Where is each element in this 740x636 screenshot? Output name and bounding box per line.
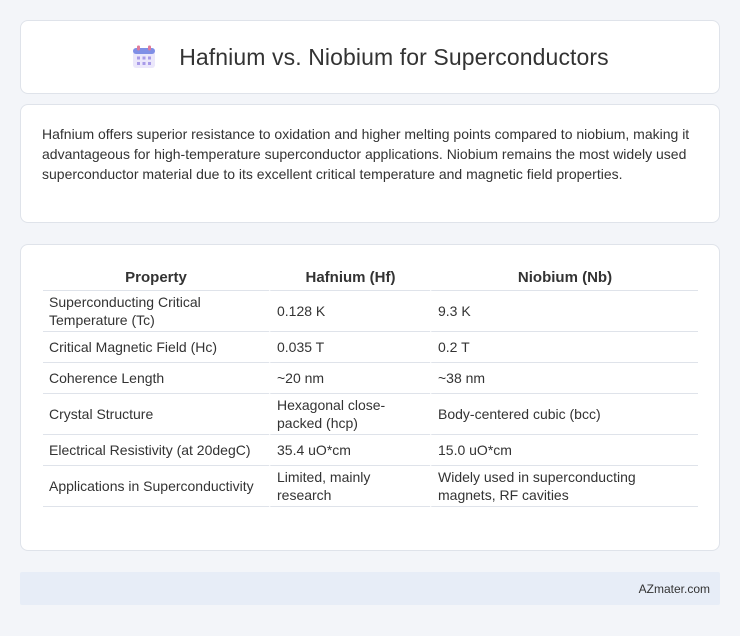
- hafnium-cell: ~20 nm: [269, 363, 430, 394]
- niobium-cell: 15.0 uO*cm: [430, 435, 698, 466]
- niobium-cell: Widely used in superconducting magnets, …: [430, 466, 698, 507]
- footer-brand: AZmater.com: [638, 581, 710, 596]
- table-header-row: Property Hafnium (Hf) Niobium (Nb): [43, 263, 698, 291]
- niobium-cell: ~38 nm: [430, 363, 698, 394]
- title-card: Hafnium vs. Niobium for Superconductors: [20, 20, 720, 94]
- calendar-icon: [131, 44, 157, 70]
- property-cell: Critical Magnetic Field (Hc): [43, 332, 269, 363]
- table-row: Critical Magnetic Field (Hc) 0.035 T 0.2…: [43, 332, 698, 363]
- property-cell: Crystal Structure: [43, 394, 269, 435]
- property-cell: Electrical Resistivity (at 20degC): [43, 435, 269, 466]
- table-row: Crystal Structure Hexagonal close-packed…: [43, 394, 698, 435]
- summary-text: Hafnium offers superior resistance to ox…: [42, 126, 690, 182]
- header-property: Property: [43, 263, 269, 291]
- table-row: Electrical Resistivity (at 20degC) 35.4 …: [43, 435, 698, 466]
- property-cell: Applications in Superconductivity: [43, 466, 269, 507]
- niobium-cell: 0.2 T: [430, 332, 698, 363]
- niobium-cell: 9.3 K: [430, 291, 698, 332]
- property-cell: Coherence Length: [43, 363, 269, 394]
- table-row: Superconducting Critical Temperature (Tc…: [43, 291, 698, 332]
- property-cell: Superconducting Critical Temperature (Tc…: [43, 291, 269, 332]
- summary-card: Hafnium offers superior resistance to ox…: [20, 104, 720, 223]
- page-title: Hafnium vs. Niobium for Superconductors: [179, 43, 609, 70]
- hafnium-cell: Limited, mainly research: [269, 466, 430, 507]
- table-row: Coherence Length ~20 nm ~38 nm: [43, 363, 698, 394]
- header-hafnium: Hafnium (Hf): [269, 263, 430, 291]
- comparison-card: Property Hafnium (Hf) Niobium (Nb) Super…: [20, 244, 720, 551]
- comparison-table: Property Hafnium (Hf) Niobium (Nb) Super…: [43, 263, 698, 507]
- footer: AZmater.com: [20, 572, 720, 605]
- table-row: Applications in Superconductivity Limite…: [43, 466, 698, 507]
- niobium-cell: Body-centered cubic (bcc): [430, 394, 698, 435]
- hafnium-cell: Hexagonal close-packed (hcp): [269, 394, 430, 435]
- hafnium-cell: 0.128 K: [269, 291, 430, 332]
- header-niobium: Niobium (Nb): [430, 263, 698, 291]
- hafnium-cell: 35.4 uO*cm: [269, 435, 430, 466]
- hafnium-cell: 0.035 T: [269, 332, 430, 363]
